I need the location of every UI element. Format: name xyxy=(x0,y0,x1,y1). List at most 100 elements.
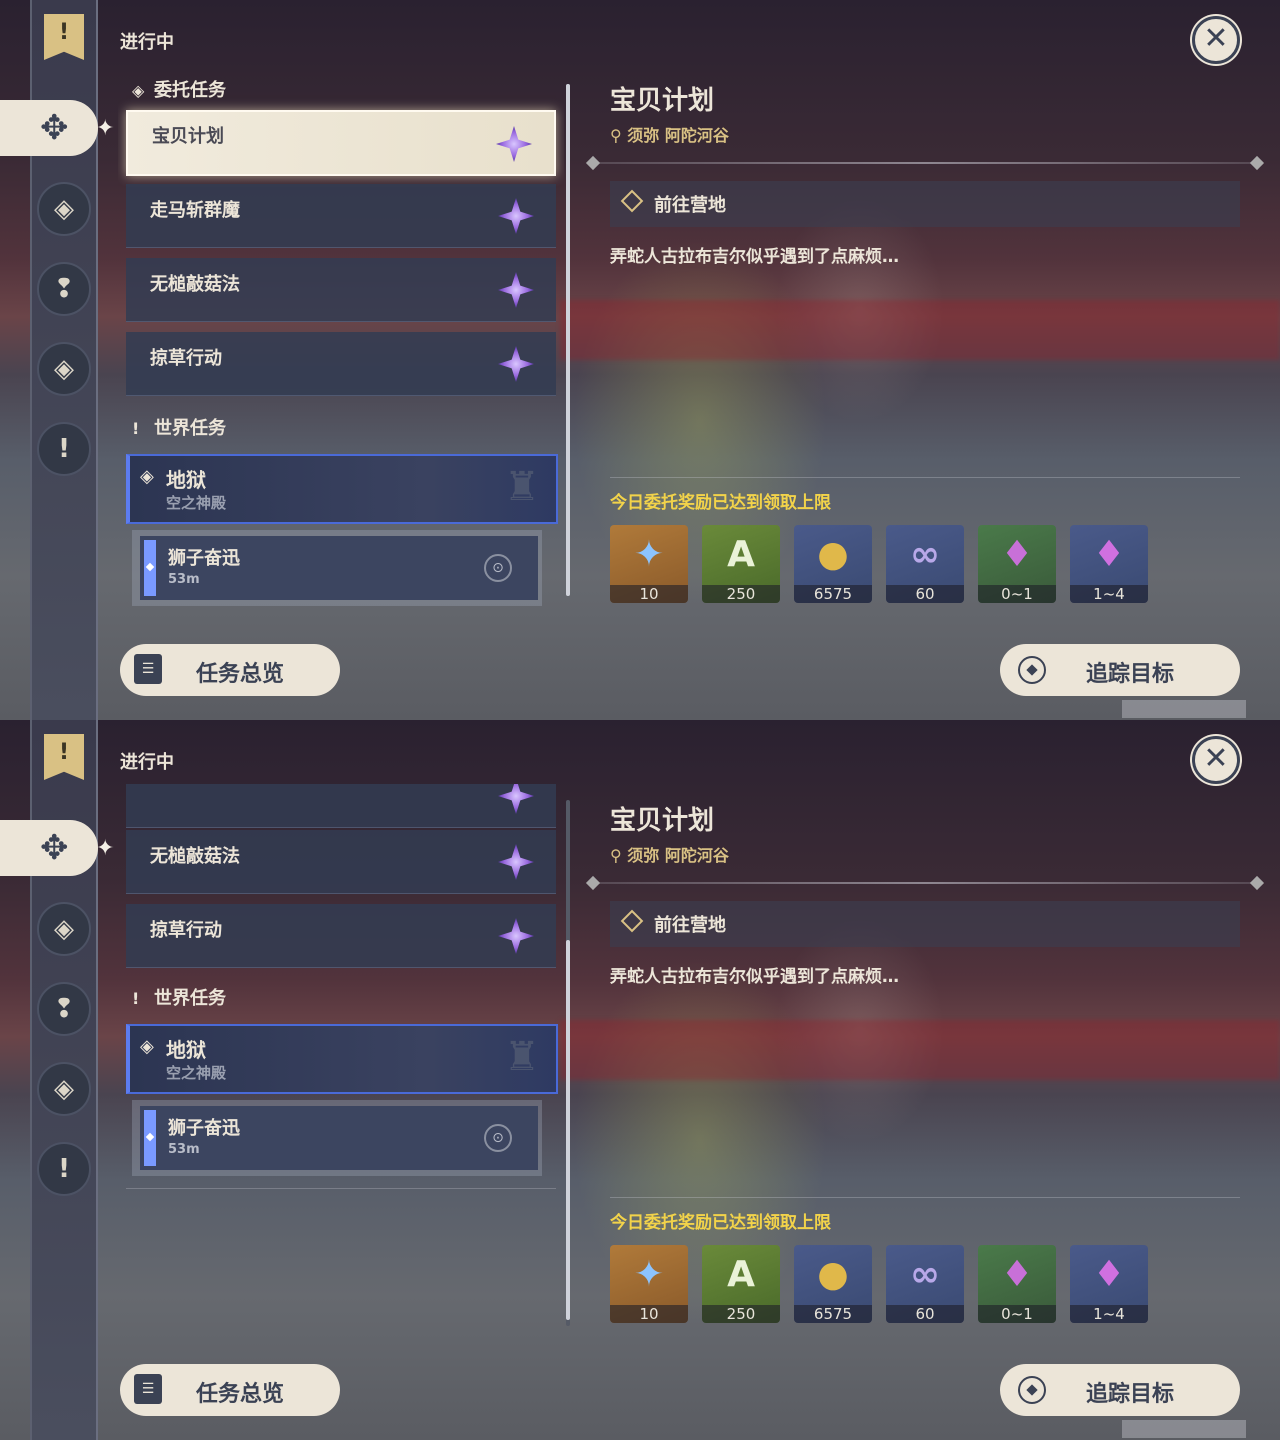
reward-item[interactable]: ♦ 0~1 xyxy=(978,1245,1056,1323)
world-quest-item[interactable]: ◈ 地狱 空之神殿 ♜ xyxy=(126,1024,558,1094)
quest-list: 无槌敲菇法 掠草行动 ! 世界任务 ◈ 地狱 空之神殿 ♜ 狮子奋迅 53m ⊙ xyxy=(118,784,564,1336)
overview-icon: ☰ xyxy=(134,654,162,684)
location-pin-icon[interactable]: ⊙ xyxy=(484,1124,512,1152)
quest-overview-button[interactable]: ☰ 任务总览 xyxy=(120,644,340,696)
close-button[interactable]: ✕ xyxy=(1192,736,1240,784)
reward-item[interactable]: A 250 xyxy=(702,525,780,603)
story-quest-icon: ❢ xyxy=(53,994,75,1024)
sub-quest-wrapper: 狮子奋迅 53m ⊙ xyxy=(132,1100,542,1176)
world-quest-item[interactable]: ◈ 地狱 空之神殿 ♜ xyxy=(126,454,558,524)
tab-archon-quests[interactable]: ◈ xyxy=(37,902,91,956)
reward-item[interactable]: A 250 xyxy=(702,1245,780,1323)
category-world-quests: ! 世界任务 xyxy=(132,986,226,1012)
tab-story-quests[interactable]: ❢ xyxy=(37,262,91,316)
location-pin-icon[interactable]: ⊙ xyxy=(484,554,512,582)
friendship-exp-icon: ∞ xyxy=(910,534,940,575)
commission-star-icon xyxy=(498,346,534,382)
commission-small-icon: ◈ xyxy=(132,81,145,100)
castle-icon: ♜ xyxy=(504,1034,540,1080)
tab-world-quests[interactable]: ! xyxy=(37,1142,91,1196)
track-target-button[interactable]: 追踪目标 xyxy=(1000,644,1240,696)
reward-item[interactable]: ♦ 1~4 xyxy=(1070,525,1148,603)
reward-item[interactable]: ♦ 0~1 xyxy=(978,525,1056,603)
reward-item[interactable]: ∞ 60 xyxy=(886,1245,964,1323)
world-quest-icon: ◈ xyxy=(140,1036,154,1057)
primogem-icon: ✦ xyxy=(633,534,665,575)
sparkle-icon: ✦ xyxy=(96,116,115,141)
objective-icon xyxy=(620,909,644,933)
tab-story-quests[interactable]: ❢ xyxy=(37,982,91,1036)
quest-panel-bottom: ! ✥ ✦ ◈ ❢ ◈ ! 进行中 ✕ 无槌敲菇法 掠草行动 ! 世界任务 ◈ 地… xyxy=(0,720,1280,1440)
archon-quest-icon: ◈ xyxy=(54,914,74,944)
reward-item[interactable]: ✦ 10 xyxy=(610,1245,688,1323)
sub-quest-wrapper: 狮子奋迅 53m ⊙ xyxy=(132,530,542,606)
commission-icon: ✥ xyxy=(40,108,69,148)
commission-star-icon xyxy=(498,784,534,814)
quest-item[interactable]: 走马斩群魔 xyxy=(126,184,556,248)
scrollbar-thumb[interactable] xyxy=(566,940,570,1320)
track-marker-icon xyxy=(144,1110,156,1166)
quest-overview-button[interactable]: ☰ 任务总览 xyxy=(120,1364,340,1416)
mora-icon: ● xyxy=(817,1254,849,1295)
tab-world-quests-diamond[interactable]: ◈ xyxy=(37,342,91,396)
reward-item[interactable]: ● 6575 xyxy=(794,525,872,603)
crystal-ore-icon: ♦ xyxy=(1000,534,1034,575)
reward-item[interactable]: ✦ 10 xyxy=(610,525,688,603)
quest-location: ⚲ 须弥 阿陀河谷 xyxy=(610,846,729,865)
track-icon xyxy=(1018,1376,1046,1404)
tab-world-quests[interactable]: ! xyxy=(37,422,91,476)
quest-item[interactable]: 无槌敲菇法 xyxy=(126,258,556,322)
objective-icon xyxy=(620,189,644,213)
quest-item-selected[interactable]: 宝贝计划 xyxy=(126,110,556,176)
diamond-quest-icon: ◈ xyxy=(54,354,74,384)
gem-shard-icon: ♦ xyxy=(1092,1254,1126,1295)
friendship-exp-icon: ∞ xyxy=(910,1254,940,1295)
sub-quest-item[interactable]: 狮子奋迅 53m ⊙ xyxy=(140,536,538,600)
primogem-icon: ✦ xyxy=(633,1254,665,1295)
reward-item[interactable]: ● 6575 xyxy=(794,1245,872,1323)
adventure-exp-icon: A xyxy=(727,534,755,575)
scrollbar-thumb[interactable] xyxy=(566,84,570,596)
quest-title: 宝贝计划 xyxy=(610,806,715,836)
reward-item[interactable]: ∞ 60 xyxy=(886,525,964,603)
overview-icon: ☰ xyxy=(134,1374,162,1404)
exclamation-small-icon: ! xyxy=(132,989,140,1008)
quest-objective: 前往营地 xyxy=(610,901,1240,947)
location-pin-icon: ⚲ xyxy=(610,846,628,865)
commission-star-icon xyxy=(498,844,534,880)
tab-archon-quests[interactable]: ◈ xyxy=(37,182,91,236)
castle-icon: ♜ xyxy=(504,464,540,510)
reward-item[interactable]: ♦ 1~4 xyxy=(1070,1245,1148,1323)
mora-icon: ● xyxy=(817,534,849,575)
quest-panel-top: ! ✥ ✦ ◈ ❢ ◈ ! 进行中 ✕ ◈ 委托任务 宝贝计划 走马斩群魔 无槌敲… xyxy=(0,0,1280,720)
story-quest-icon: ❢ xyxy=(53,274,75,304)
quest-list: ◈ 委托任务 宝贝计划 走马斩群魔 无槌敲菇法 掠草行动 ! 世界任务 ◈ 地狱 空… xyxy=(118,76,564,616)
tab-commissions[interactable]: ✥ xyxy=(0,820,98,876)
divider xyxy=(585,875,1265,891)
track-icon xyxy=(1018,656,1046,684)
close-icon: ✕ xyxy=(1203,21,1229,56)
sub-quest-item[interactable]: 狮子奋迅 53m ⊙ xyxy=(140,1106,538,1170)
quest-item-partial[interactable] xyxy=(126,784,556,828)
quest-item[interactable]: 掠草行动 xyxy=(126,904,556,968)
commission-star-icon xyxy=(498,918,534,954)
quest-item[interactable]: 无槌敲菇法 xyxy=(126,830,556,894)
crystal-ore-icon: ♦ xyxy=(1000,1254,1034,1295)
quest-objective: 前往营地 xyxy=(610,181,1240,227)
quest-location: ⚲ 须弥 阿陀河谷 xyxy=(610,126,729,145)
reward-limit-note: 今日委托奖励已达到领取上限 xyxy=(610,493,831,513)
divider xyxy=(585,155,1265,171)
reward-limit-note: 今日委托奖励已达到领取上限 xyxy=(610,1213,831,1233)
track-target-button[interactable]: 追踪目标 xyxy=(1000,1364,1240,1416)
quest-description: 弄蛇人古拉布吉尔似乎遇到了点麻烦… xyxy=(610,247,899,267)
quest-item[interactable]: 掠草行动 xyxy=(126,332,556,396)
tab-world-quests-diamond[interactable]: ◈ xyxy=(37,1062,91,1116)
location-pin-icon: ⚲ xyxy=(610,126,628,145)
category-world-quests: ! 世界任务 xyxy=(132,416,226,442)
sparkle-icon: ✦ xyxy=(96,836,115,861)
category-commissions: ◈ 委托任务 xyxy=(132,78,226,104)
track-marker-icon xyxy=(144,540,156,596)
tab-commissions[interactable]: ✥ xyxy=(0,100,98,156)
exclamation-icon: ! xyxy=(58,434,70,464)
close-button[interactable]: ✕ xyxy=(1192,16,1240,64)
